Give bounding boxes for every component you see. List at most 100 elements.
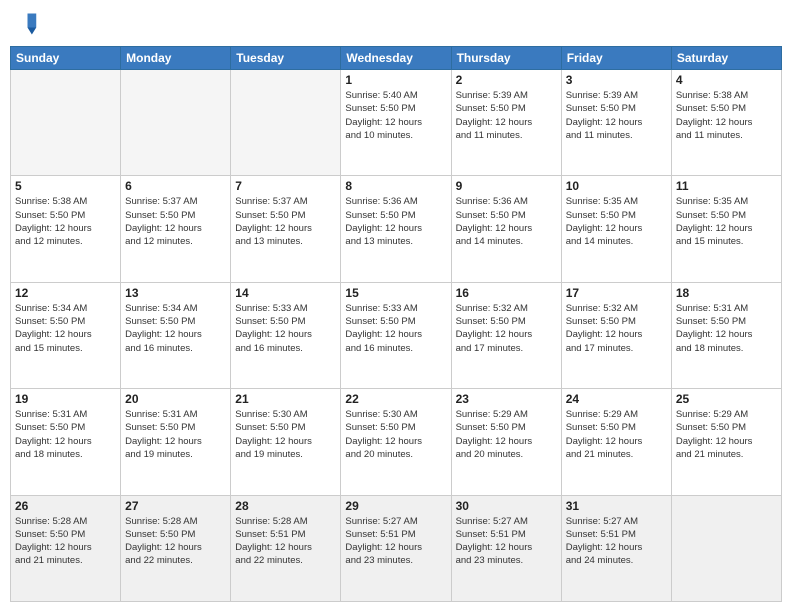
calendar-cell: 27 Sunrise: 5:28 AM Sunset: 5:50 PM Dayli… [121, 495, 231, 601]
page: SundayMondayTuesdayWednesdayThursdayFrid… [0, 0, 792, 612]
day-number: 15 [345, 286, 446, 300]
day-number: 9 [456, 179, 557, 193]
calendar-cell: 12 Sunrise: 5:34 AM Sunset: 5:50 PM Dayli… [11, 282, 121, 388]
calendar-cell: 16 Sunrise: 5:32 AM Sunset: 5:50 PM Dayli… [451, 282, 561, 388]
day-info: Sunrise: 5:33 AM Sunset: 5:50 PM Dayligh… [345, 302, 446, 355]
weekday-friday: Friday [561, 47, 671, 70]
calendar-cell: 14 Sunrise: 5:33 AM Sunset: 5:50 PM Dayli… [231, 282, 341, 388]
day-number: 1 [345, 73, 446, 87]
calendar-cell: 18 Sunrise: 5:31 AM Sunset: 5:50 PM Dayli… [671, 282, 781, 388]
day-number: 28 [235, 499, 336, 513]
day-info: Sunrise: 5:27 AM Sunset: 5:51 PM Dayligh… [345, 515, 446, 568]
calendar-cell: 10Sunrise: 5:35 AM Sunset: 5:50 PM Dayli… [561, 176, 671, 282]
weekday-wednesday: Wednesday [341, 47, 451, 70]
day-number: 4 [676, 73, 777, 87]
day-number: 11 [676, 179, 777, 193]
weekday-tuesday: Tuesday [231, 47, 341, 70]
day-number: 14 [235, 286, 336, 300]
calendar-cell: 5 Sunrise: 5:38 AM Sunset: 5:50 PM Daylig… [11, 176, 121, 282]
day-info: Sunrise: 5:30 AM Sunset: 5:50 PM Dayligh… [345, 408, 446, 461]
calendar-cell: 24 Sunrise: 5:29 AM Sunset: 5:50 PM Dayli… [561, 389, 671, 495]
calendar-cell: 28 Sunrise: 5:28 AM Sunset: 5:51 PM Dayli… [231, 495, 341, 601]
day-info: Sunrise: 5:32 AM Sunset: 5:50 PM Dayligh… [566, 302, 667, 355]
day-number: 12 [15, 286, 116, 300]
day-number: 21 [235, 392, 336, 406]
day-number: 5 [15, 179, 116, 193]
day-info: Sunrise: 5:39 AM Sunset: 5:50 PM Dayligh… [566, 89, 667, 142]
day-info: Sunrise: 5:29 AM Sunset: 5:50 PM Dayligh… [566, 408, 667, 461]
calendar-cell: 4 Sunrise: 5:38 AM Sunset: 5:50 PM Daylig… [671, 70, 781, 176]
day-number: 17 [566, 286, 667, 300]
day-number: 8 [345, 179, 446, 193]
calendar-cell: 11 Sunrise: 5:35 AM Sunset: 5:50 PM Dayli… [671, 176, 781, 282]
week-row-1: 1 Sunrise: 5:40 AM Sunset: 5:50 PM Daylig… [11, 70, 782, 176]
header [10, 10, 782, 38]
calendar-cell: 23 Sunrise: 5:29 AM Sunset: 5:50 PM Dayli… [451, 389, 561, 495]
day-info: Sunrise: 5:35 AM Sunset: 5:50 PM Dayligh… [566, 195, 667, 248]
day-number: 19 [15, 392, 116, 406]
calendar-cell: 25 Sunrise: 5:29 AM Sunset: 5:50 PM Dayli… [671, 389, 781, 495]
day-info: Sunrise: 5:28 AM Sunset: 5:50 PM Dayligh… [125, 515, 226, 568]
day-number: 7 [235, 179, 336, 193]
calendar-cell: 6Sunrise: 5:37 AM Sunset: 5:50 PM Daylig… [121, 176, 231, 282]
day-info: Sunrise: 5:37 AM Sunset: 5:50 PM Dayligh… [235, 195, 336, 248]
day-info: Sunrise: 5:28 AM Sunset: 5:51 PM Dayligh… [235, 515, 336, 568]
day-info: Sunrise: 5:38 AM Sunset: 5:50 PM Dayligh… [676, 89, 777, 142]
day-info: Sunrise: 5:27 AM Sunset: 5:51 PM Dayligh… [566, 515, 667, 568]
calendar-cell: 20Sunrise: 5:31 AM Sunset: 5:50 PM Dayli… [121, 389, 231, 495]
day-number: 3 [566, 73, 667, 87]
weekday-saturday: Saturday [671, 47, 781, 70]
day-number: 18 [676, 286, 777, 300]
day-info: Sunrise: 5:39 AM Sunset: 5:50 PM Dayligh… [456, 89, 557, 142]
day-info: Sunrise: 5:29 AM Sunset: 5:50 PM Dayligh… [456, 408, 557, 461]
day-number: 6 [125, 179, 226, 193]
day-info: Sunrise: 5:31 AM Sunset: 5:50 PM Dayligh… [676, 302, 777, 355]
day-number: 2 [456, 73, 557, 87]
day-number: 16 [456, 286, 557, 300]
day-info: Sunrise: 5:32 AM Sunset: 5:50 PM Dayligh… [456, 302, 557, 355]
weekday-thursday: Thursday [451, 47, 561, 70]
day-info: Sunrise: 5:29 AM Sunset: 5:50 PM Dayligh… [676, 408, 777, 461]
calendar-cell: 26Sunrise: 5:28 AM Sunset: 5:50 PM Dayli… [11, 495, 121, 601]
day-info: Sunrise: 5:31 AM Sunset: 5:50 PM Dayligh… [125, 408, 226, 461]
logo [10, 10, 42, 38]
day-info: Sunrise: 5:33 AM Sunset: 5:50 PM Dayligh… [235, 302, 336, 355]
calendar-cell: 13Sunrise: 5:34 AM Sunset: 5:50 PM Dayli… [121, 282, 231, 388]
week-row-2: 5 Sunrise: 5:38 AM Sunset: 5:50 PM Daylig… [11, 176, 782, 282]
day-number: 24 [566, 392, 667, 406]
week-row-4: 19 Sunrise: 5:31 AM Sunset: 5:50 PM Dayli… [11, 389, 782, 495]
day-number: 13 [125, 286, 226, 300]
day-info: Sunrise: 5:34 AM Sunset: 5:50 PM Dayligh… [15, 302, 116, 355]
day-info: Sunrise: 5:38 AM Sunset: 5:50 PM Dayligh… [15, 195, 116, 248]
calendar-cell: 3 Sunrise: 5:39 AM Sunset: 5:50 PM Daylig… [561, 70, 671, 176]
calendar-cell [121, 70, 231, 176]
day-number: 31 [566, 499, 667, 513]
day-number: 23 [456, 392, 557, 406]
calendar-cell: 2 Sunrise: 5:39 AM Sunset: 5:50 PM Daylig… [451, 70, 561, 176]
calendar-cell: 17 Sunrise: 5:32 AM Sunset: 5:50 PM Dayli… [561, 282, 671, 388]
calendar-cell: 8 Sunrise: 5:36 AM Sunset: 5:50 PM Daylig… [341, 176, 451, 282]
logo-icon [10, 10, 38, 38]
weekday-monday: Monday [121, 47, 231, 70]
day-number: 25 [676, 392, 777, 406]
weekday-header-row: SundayMondayTuesdayWednesdayThursdayFrid… [11, 47, 782, 70]
day-number: 26 [15, 499, 116, 513]
calendar-cell [11, 70, 121, 176]
week-row-5: 26 Sunrise: 5:28 AM Sunset: 5:50 PM Dayli… [11, 495, 782, 601]
weekday-sunday: Sunday [11, 47, 121, 70]
calendar-cell: 22 Sunrise: 5:30 AM Sunset: 5:50 PM Dayli… [341, 389, 451, 495]
day-info: Sunrise: 5:40 AM Sunset: 5:50 PM Dayligh… [345, 89, 446, 142]
day-info: Sunrise: 5:30 AM Sunset: 5:50 PM Dayligh… [235, 408, 336, 461]
day-info: Sunrise: 5:35 AM Sunset: 5:50 PM Dayligh… [676, 195, 777, 248]
day-number: 30 [456, 499, 557, 513]
day-info: Sunrise: 5:36 AM Sunset: 5:50 PM Dayligh… [345, 195, 446, 248]
calendar-cell: 21 Sunrise: 5:30 AM Sunset: 5:50 PM Dayli… [231, 389, 341, 495]
calendar-cell: 30 Sunrise: 5:27 AM Sunset: 5:51 PM Dayli… [451, 495, 561, 601]
calendar-cell: 29Sunrise: 5:27 AM Sunset: 5:51 PM Dayli… [341, 495, 451, 601]
calendar-cell: 15 Sunrise: 5:33 AM Sunset: 5:50 PM Dayli… [341, 282, 451, 388]
day-number: 22 [345, 392, 446, 406]
day-number: 27 [125, 499, 226, 513]
day-info: Sunrise: 5:27 AM Sunset: 5:51 PM Dayligh… [456, 515, 557, 568]
calendar-cell: 7 Sunrise: 5:37 AM Sunset: 5:50 PM Daylig… [231, 176, 341, 282]
day-info: Sunrise: 5:36 AM Sunset: 5:50 PM Dayligh… [456, 195, 557, 248]
